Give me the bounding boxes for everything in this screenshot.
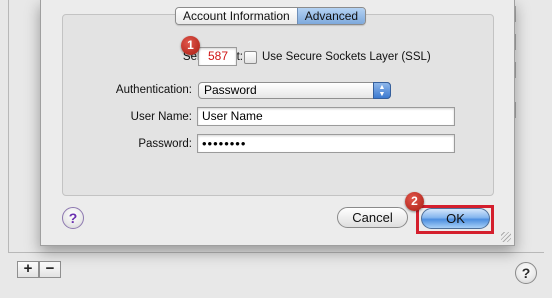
step-1-badge: 1 (181, 36, 200, 55)
ssl-label: Use Secure Sockets Layer (SSL) (262, 51, 431, 63)
ssl-checkbox[interactable] (244, 51, 257, 64)
updown-arrows-icon: ▲ ▼ (373, 82, 391, 99)
authentication-label: Authentication: (115, 84, 192, 96)
ok-button-highlight (416, 205, 494, 234)
tab-advanced[interactable]: Advanced (296, 8, 366, 24)
authentication-value: Password (204, 83, 257, 97)
password-label: Password: (138, 138, 192, 150)
step-2-badge: 2 (405, 192, 424, 211)
authentication-popup[interactable]: Password ▲ ▼ (198, 82, 391, 99)
username-input[interactable]: User Name (197, 107, 455, 126)
password-input[interactable]: •••••••• (197, 134, 455, 153)
background-divider (8, 0, 9, 252)
add-account-button[interactable]: + (17, 261, 39, 278)
cancel-button[interactable]: Cancel (337, 207, 408, 228)
resize-grip[interactable] (501, 232, 511, 242)
tab-account-information[interactable]: Account Information (176, 8, 297, 24)
tab-control: Account Information Advanced (175, 7, 367, 25)
question-mark-icon: ? (521, 265, 531, 281)
background-divider (8, 252, 544, 253)
background-help-button[interactable]: ? (515, 262, 537, 284)
username-label: User Name: (130, 111, 192, 123)
background-right-panel (510, 0, 552, 120)
server-port-input[interactable]: 587 (198, 47, 237, 66)
settings-group-box (62, 14, 494, 196)
question-mark-icon: ? (68, 210, 78, 226)
help-button[interactable]: ? (62, 207, 84, 229)
remove-account-button[interactable]: − (39, 261, 61, 278)
